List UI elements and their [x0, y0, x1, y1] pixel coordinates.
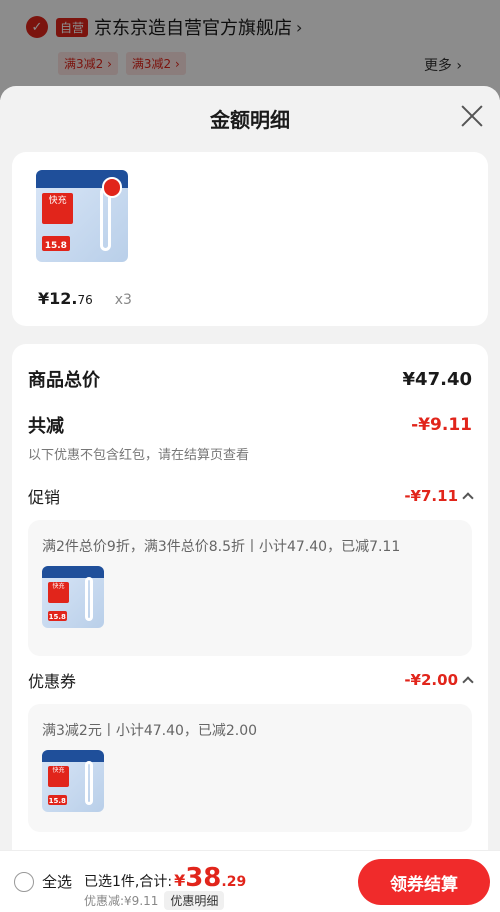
total-price-row: 商品总价 ¥47.40 — [28, 366, 472, 392]
order-summary: 已选1件,合计: ¥ 38 .29 — [84, 863, 246, 893]
select-all-label[interactable]: 全选 — [42, 871, 72, 892]
reduction-label: 共减 — [28, 416, 64, 437]
thumbnail-price: 15.8 — [48, 796, 66, 805]
coupon-label: 优惠券 — [28, 672, 77, 691]
promotion-value: -¥7.11 — [404, 487, 458, 505]
promotion-product-thumbnail: 快充 15.8 — [42, 566, 104, 628]
total-price-label: 商品总价 — [28, 370, 100, 391]
promotion-detail-box: 满2件总价9折，满3件总价8.5折丨小计47.40，已减7.11 快充 15.8 — [28, 520, 472, 656]
chevron-up-icon — [462, 492, 474, 504]
promotion-toggle[interactable]: -¥7.11 — [404, 487, 474, 505]
total-amount-cents: .29 — [221, 874, 247, 890]
modal-overlay[interactable] — [0, 0, 500, 100]
promotion-row[interactable]: 促销 -¥7.11 — [28, 484, 474, 508]
reduction-row: 共减 -¥9.11 — [28, 412, 472, 438]
close-icon[interactable] — [460, 104, 484, 128]
product-quantity: x3 — [114, 292, 132, 308]
coupon-product-thumbnail: 快充 15.8 — [42, 750, 104, 812]
select-all[interactable]: 全选 — [14, 871, 72, 892]
reduction-value: -¥9.11 — [411, 415, 472, 435]
product-thumbnail[interactable]: 快充 15.8 — [36, 170, 128, 262]
product-price: ¥12. — [38, 289, 78, 308]
total-amount: 38 — [185, 863, 222, 893]
discount-row: 优惠减:¥9.11 优惠明细 — [84, 891, 225, 910]
thumbnail-price: 15.8 — [44, 240, 67, 251]
select-all-radio[interactable] — [14, 871, 34, 892]
checkout-button[interactable]: 领券结算 — [358, 859, 490, 905]
coupon-value: -¥2.00 — [404, 671, 458, 689]
total-price-value: ¥47.40 — [402, 368, 472, 390]
amount-detail-sheet: 金额明细 快充 15.8 ¥12. 76 x3 商品总价 ¥47.40 共减 -… — [0, 86, 500, 912]
check-badge-icon — [102, 177, 123, 198]
price-detail-card: 商品总价 ¥47.40 共减 -¥9.11 以下优惠不包含红包，请在结算页查看 … — [12, 344, 488, 912]
currency-symbol: ¥ — [174, 871, 186, 890]
thumbnail-label: 快充 — [52, 583, 65, 591]
redpacket-note: 以下优惠不包含红包，请在结算页查看 — [28, 448, 250, 463]
discount-detail-button[interactable]: 优惠明细 — [164, 891, 225, 910]
checkout-bar: 全选 已选1件,合计: ¥ 38 .29 优惠减:¥9.11 优惠明细 领券结算 — [0, 850, 500, 912]
discount-amount: 优惠减:¥9.11 — [84, 894, 159, 908]
product-card: 快充 15.8 ¥12. 76 x3 — [12, 152, 488, 326]
summary-text: 已选1件,合计: — [84, 874, 173, 890]
product-price-row: ¥12. 76 x3 — [38, 289, 132, 308]
coupon-row[interactable]: 优惠券 -¥2.00 — [28, 668, 474, 692]
coupon-detail-box: 满3减2元丨小计47.40，已减2.00 快充 15.8 — [28, 704, 472, 832]
promotion-label: 促销 — [28, 488, 61, 507]
coupon-toggle[interactable]: -¥2.00 — [404, 671, 474, 689]
sheet-title: 金额明细 — [210, 108, 290, 132]
coupon-desc: 满3减2元丨小计47.40，已减2.00 — [42, 723, 258, 739]
thumbnail-label: 快充 — [52, 767, 65, 775]
chevron-up-icon — [462, 676, 474, 688]
thumbnail-label: 快充 — [48, 195, 67, 206]
promotion-desc: 满2件总价9折，满3件总价8.5折丨小计47.40，已减7.11 — [42, 539, 401, 555]
thumbnail-price: 15.8 — [48, 612, 66, 621]
product-price-cents: 76 — [77, 293, 93, 307]
